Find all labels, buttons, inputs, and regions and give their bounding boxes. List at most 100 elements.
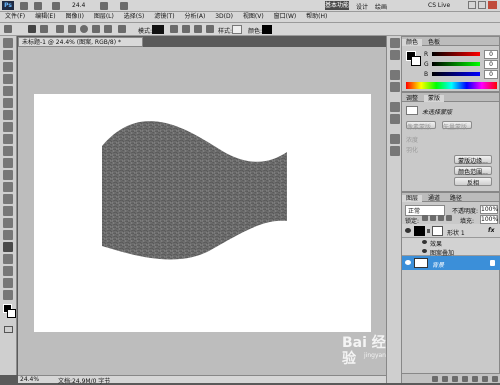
exclude-icon[interactable] bbox=[206, 25, 214, 33]
gradient-tool-icon[interactable] bbox=[3, 170, 13, 180]
minibridge-icon[interactable] bbox=[34, 2, 42, 10]
g-value[interactable]: 0 bbox=[484, 60, 498, 69]
blur-tool-icon[interactable] bbox=[3, 182, 13, 192]
close-button[interactable] bbox=[488, 1, 497, 9]
line-icon[interactable] bbox=[104, 25, 112, 33]
chain-link-icon[interactable] bbox=[427, 229, 430, 233]
design-workspace-button[interactable]: 设计 bbox=[356, 2, 368, 11]
menu-window[interactable]: 窗口(W) bbox=[274, 12, 297, 22]
lock-all-icon[interactable] bbox=[446, 215, 452, 221]
quick-select-tool-icon[interactable] bbox=[3, 74, 13, 84]
tab-layers[interactable]: 图层 bbox=[402, 195, 423, 202]
fx-icon[interactable]: fx bbox=[488, 227, 494, 234]
pen-tool-icon[interactable] bbox=[3, 206, 13, 216]
b-slider[interactable] bbox=[432, 72, 480, 76]
quick-mask-icon[interactable] bbox=[4, 326, 13, 333]
tab-paths[interactable]: 路径 bbox=[446, 195, 466, 202]
add-mask-icon[interactable] bbox=[452, 376, 458, 382]
vector-mask-button[interactable]: 矢量蒙版 bbox=[442, 121, 472, 131]
menu-layer[interactable]: 图层(L) bbox=[94, 12, 114, 22]
delete-layer-icon[interactable] bbox=[492, 376, 498, 382]
menu-analysis[interactable]: 分析(A) bbox=[185, 12, 206, 22]
polygon-icon[interactable] bbox=[92, 25, 100, 33]
tab-color[interactable]: 颜色 bbox=[402, 39, 423, 46]
menu-3d[interactable]: 3D(D) bbox=[215, 12, 233, 22]
canvas[interactable] bbox=[34, 94, 371, 332]
pen-icon[interactable] bbox=[56, 25, 64, 33]
view-extras-icon[interactable] bbox=[52, 2, 60, 10]
lasso-tool-icon[interactable] bbox=[3, 62, 13, 72]
shape-layers-icon[interactable] bbox=[28, 25, 36, 33]
dodge-tool-icon[interactable] bbox=[3, 194, 13, 204]
3d-camera-tool-icon[interactable] bbox=[3, 266, 13, 276]
adjustment-layer-icon[interactable] bbox=[462, 376, 468, 382]
zoom-level[interactable]: 24.4 bbox=[72, 2, 92, 9]
pattern-overlay-row[interactable]: 图案叠加 bbox=[402, 247, 500, 257]
crop-tool-icon[interactable] bbox=[3, 86, 13, 96]
add-style-icon[interactable] bbox=[442, 376, 448, 382]
g-slider[interactable] bbox=[432, 62, 480, 66]
hand-icon[interactable] bbox=[100, 2, 108, 10]
eye-icon[interactable] bbox=[405, 228, 411, 233]
path-select-tool-icon[interactable] bbox=[3, 230, 13, 240]
tab-masks[interactable]: 蒙版 bbox=[423, 95, 444, 102]
eyedropper-tool-icon[interactable] bbox=[3, 98, 13, 108]
pixel-mask-button[interactable]: 像素蒙版 bbox=[406, 121, 436, 131]
paint-workspace-button[interactable]: 绘画 bbox=[375, 2, 387, 11]
character-panel-icon[interactable] bbox=[390, 102, 400, 112]
mask-edge-button[interactable]: 蒙版边缘... bbox=[454, 155, 492, 165]
menu-image[interactable]: 图像(I) bbox=[65, 12, 83, 22]
menu-filter[interactable]: 滤镜(T) bbox=[154, 12, 174, 22]
history-panel-icon[interactable] bbox=[390, 38, 400, 48]
masks-panel-icon[interactable] bbox=[390, 146, 400, 156]
menu-file[interactable]: 文件(F) bbox=[5, 12, 25, 22]
combine-icon[interactable] bbox=[170, 25, 178, 33]
background-eye-icon[interactable] bbox=[405, 260, 411, 265]
type-tool-icon[interactable] bbox=[3, 218, 13, 228]
status-zoom[interactable]: 24.4% bbox=[20, 376, 39, 383]
layer-effects-row[interactable]: 效果 bbox=[402, 238, 500, 248]
style-swatch[interactable] bbox=[232, 25, 242, 34]
history-brush-tool-icon[interactable] bbox=[3, 146, 13, 156]
clone-stamp-tool-icon[interactable] bbox=[3, 134, 13, 144]
subtract-icon[interactable] bbox=[182, 25, 190, 33]
color-swatch[interactable] bbox=[262, 25, 272, 34]
wave-shape[interactable] bbox=[34, 94, 371, 332]
3d-rotate-tool-icon[interactable] bbox=[3, 254, 13, 264]
lock-pixels-icon[interactable] bbox=[430, 215, 436, 221]
move-tool-icon[interactable] bbox=[3, 38, 13, 48]
3d-panel-icon[interactable] bbox=[390, 134, 400, 144]
document-tab[interactable]: 未标题-1 @ 24.4% (图案, RGB/8) * bbox=[18, 37, 143, 47]
invert-button[interactable]: 反相 bbox=[454, 177, 492, 187]
pattern-overlay-eye-icon[interactable] bbox=[422, 249, 427, 253]
paths-icon[interactable] bbox=[40, 25, 48, 33]
lock-position-icon[interactable] bbox=[438, 215, 444, 221]
styles-panel-icon[interactable] bbox=[390, 82, 400, 92]
zoom-tool-icon[interactable] bbox=[3, 290, 13, 300]
hand-tool-icon[interactable] bbox=[3, 278, 13, 288]
custom-shape-tool-active-icon[interactable] bbox=[3, 242, 13, 252]
color-bg-swatch[interactable] bbox=[411, 56, 421, 66]
healing-tool-icon[interactable] bbox=[3, 110, 13, 120]
cs-live-button[interactable]: CS Live bbox=[428, 2, 450, 9]
menu-view[interactable]: 视图(V) bbox=[243, 12, 264, 22]
color-range-button[interactable]: 颜色范围... bbox=[454, 166, 492, 176]
new-layer-icon[interactable] bbox=[482, 376, 488, 382]
eraser-tool-icon[interactable] bbox=[3, 158, 13, 168]
new-group-icon[interactable] bbox=[472, 376, 478, 382]
essentials-workspace-button[interactable]: 基本功能 bbox=[325, 1, 349, 10]
layer-row-shape[interactable]: 形状 1 fx bbox=[402, 224, 500, 238]
custom-shape-icon[interactable] bbox=[118, 25, 126, 33]
arrange-documents-icon[interactable] bbox=[120, 2, 128, 10]
custom-shape-tool-icon[interactable] bbox=[4, 25, 12, 33]
actions-panel-icon[interactable] bbox=[390, 50, 400, 60]
layer-row-background[interactable]: 背景 bbox=[402, 256, 500, 270]
r-slider[interactable] bbox=[432, 52, 480, 56]
b-value[interactable]: 0 bbox=[484, 70, 498, 79]
color-spectrum-ramp[interactable] bbox=[406, 82, 497, 89]
link-layers-icon[interactable] bbox=[432, 376, 438, 382]
minimize-button[interactable] bbox=[468, 1, 476, 9]
background-color-swatch[interactable] bbox=[7, 309, 16, 318]
marquee-tool-icon[interactable] bbox=[3, 50, 13, 60]
fill-value[interactable]: 100% bbox=[480, 215, 498, 224]
